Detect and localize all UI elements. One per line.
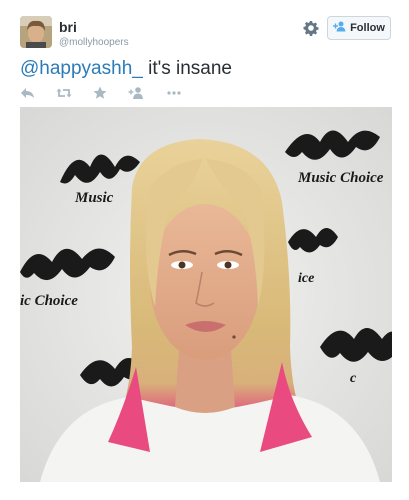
- gear-icon[interactable]: [303, 20, 319, 36]
- tweet-actions: [20, 85, 220, 101]
- backdrop-text: ic Choice: [20, 293, 78, 309]
- user-handle[interactable]: @mollyhoopers: [59, 37, 129, 48]
- more-icon[interactable]: [166, 85, 182, 101]
- svg-text:ice: ice: [298, 271, 314, 286]
- backdrop-text: Music: [74, 190, 114, 206]
- user-name[interactable]: bri: [59, 19, 77, 35]
- tweet-body-text: it's insane: [142, 58, 233, 79]
- follow-user-icon: [333, 21, 346, 35]
- backdrop-text: Music Choice: [297, 170, 384, 186]
- avatar[interactable]: [20, 16, 52, 48]
- tweet-photo[interactable]: Music Music Choice ic Choice ice c: [20, 107, 392, 482]
- tweet-header: bri @mollyhoopers Follow: [20, 16, 392, 50]
- favorite-icon[interactable]: [92, 85, 108, 101]
- svg-text:c: c: [350, 371, 357, 386]
- face: [150, 204, 260, 360]
- follow-button[interactable]: Follow: [327, 16, 391, 40]
- mention-link[interactable]: @happyashh_: [20, 58, 143, 79]
- tweet-text: @happyashh_ it's insane: [20, 58, 232, 80]
- retweet-icon[interactable]: [56, 85, 72, 101]
- follow-user-icon[interactable]: [128, 85, 144, 101]
- follow-label: Follow: [350, 22, 385, 34]
- reply-icon[interactable]: [20, 85, 36, 101]
